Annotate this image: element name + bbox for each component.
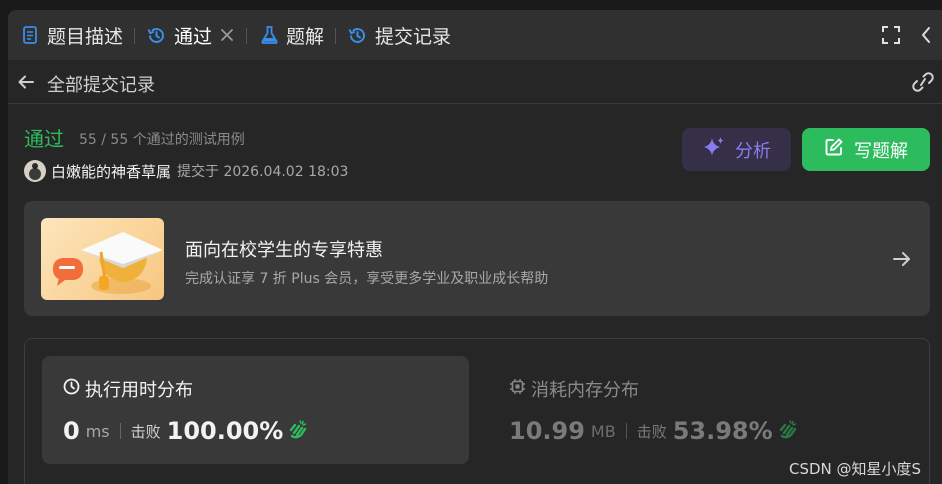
runtime-beats-label: 击败 <box>130 422 161 441</box>
tab-description-label: 题目描述 <box>47 25 124 48</box>
collapse-icon[interactable] <box>920 10 932 60</box>
tab-divider <box>246 28 247 44</box>
tab-divider <box>335 28 336 44</box>
memory-value: 10.99 <box>509 417 585 445</box>
submitter-row: 白嫩能的神香草属 提交于 2026.04.02 18:03 <box>24 160 348 182</box>
divider <box>625 423 627 439</box>
testcase-count: 55 / 55 个通过的测试用例 <box>79 132 245 148</box>
submission-panel: 题目描述 通过 题解 提交记录 全部提交记录 通过 55 / 55 个通过的测试… <box>8 10 942 484</box>
chip-icon <box>509 378 526 400</box>
promo-title: 面向在校学生的专享特惠 <box>185 240 383 261</box>
submission-subheader: 全部提交记录 <box>8 61 942 104</box>
memory-values: 10.99 MB 击败 53.98% <box>509 415 798 447</box>
analyze-label: 分析 <box>735 140 771 162</box>
divider <box>119 423 121 439</box>
runtime-beats-value: 100.00% <box>166 417 284 445</box>
link-icon[interactable] <box>911 71 935 97</box>
runtime-value: 0 <box>63 417 80 445</box>
graduation-cap-icon <box>41 218 164 300</box>
avatar[interactable] <box>24 160 46 182</box>
tab-submissions[interactable]: 提交记录 <box>347 10 451 60</box>
runtime-title-row: 执行用时分布 <box>63 376 193 402</box>
document-icon <box>20 25 40 45</box>
history-icon <box>146 25 167 46</box>
write-solution-label: 写题解 <box>854 140 908 162</box>
promo-subtitle: 完成认证享 7 折 Plus 会员，享受更多学业及职业成长帮助 <box>185 271 549 287</box>
tab-submissions-label: 提交记录 <box>375 25 452 48</box>
history-icon <box>347 25 368 46</box>
username[interactable]: 白嫩能的神香草属 <box>51 161 171 182</box>
tab-bar: 题目描述 通过 题解 提交记录 <box>8 10 942 60</box>
result-status: 通过 <box>24 127 64 151</box>
clap-icon <box>286 418 308 444</box>
clock-icon <box>63 378 80 400</box>
back-arrow-icon[interactable] <box>16 72 36 96</box>
arrow-right-icon[interactable] <box>891 248 913 274</box>
edit-icon <box>824 137 844 162</box>
memory-title-row[interactable]: 消耗内存分布 <box>509 376 639 402</box>
tab-divider <box>134 28 135 44</box>
watermark: CSDN @知星小度S <box>789 460 922 478</box>
tab-accepted-label: 通过 <box>174 25 213 48</box>
analyze-button[interactable]: 分析 <box>682 128 791 171</box>
tab-close-icon[interactable] <box>220 10 234 60</box>
runtime-values: 0 ms 击败 100.00% <box>63 415 308 447</box>
runtime-card[interactable]: 执行用时分布 0 ms 击败 100.00% <box>42 356 469 464</box>
runtime-title: 执行用时分布 <box>85 380 193 401</box>
tab-solutions[interactable]: 题解 <box>260 10 324 60</box>
memory-beats-value: 53.98% <box>672 417 773 445</box>
memory-unit: MB <box>590 421 616 441</box>
submitted-time: 提交于 2026.04.02 18:03 <box>177 164 349 180</box>
tab-accepted[interactable]: 通过 <box>146 10 212 60</box>
all-submissions-link[interactable]: 全部提交记录 <box>47 71 155 97</box>
fullscreen-icon[interactable] <box>881 10 901 60</box>
tab-solutions-label: 题解 <box>286 25 325 48</box>
tab-description[interactable]: 题目描述 <box>20 10 123 60</box>
sparkle-icon <box>702 135 726 164</box>
student-promo-banner[interactable]: 面向在校学生的专享特惠 完成认证享 7 折 Plus 会员，享受更多学业及职业成… <box>24 201 930 316</box>
write-solution-button[interactable]: 写题解 <box>802 128 930 171</box>
memory-beats-label: 击败 <box>636 422 667 441</box>
runtime-unit: ms <box>85 421 110 441</box>
memory-title: 消耗内存分布 <box>531 380 639 401</box>
flask-icon <box>260 25 279 45</box>
clap-icon <box>776 418 798 444</box>
